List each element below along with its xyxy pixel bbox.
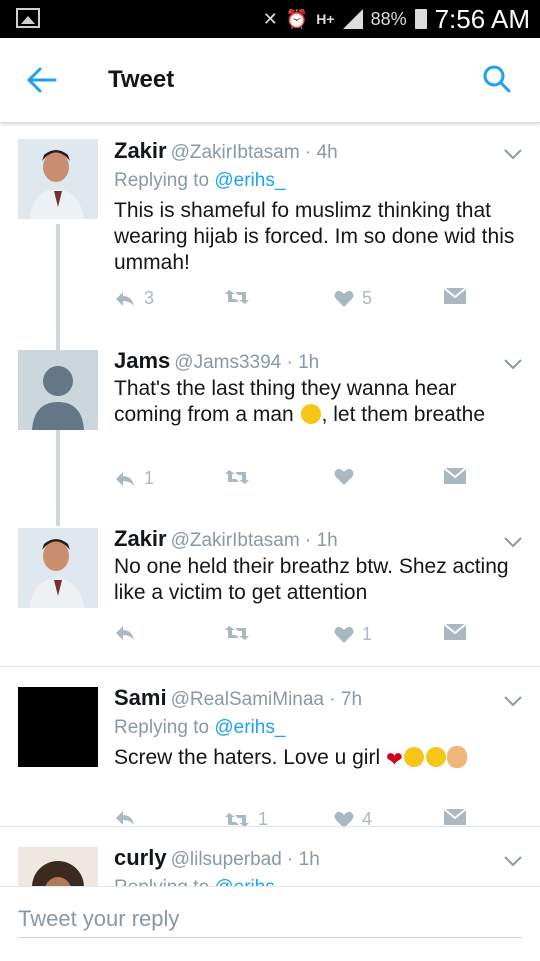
alarm-icon: ⏰ bbox=[285, 8, 309, 29]
chevron-down-icon[interactable] bbox=[504, 855, 522, 867]
retweet-button[interactable] bbox=[224, 288, 258, 306]
reply-feed: Zakir @ZakirIbtasam · 4h Replying to @eri… bbox=[0, 124, 540, 886]
tweet-text: No one held their breathz btw. Shez acti… bbox=[114, 555, 509, 604]
red-heart-emoji-icon: ❤ bbox=[385, 749, 403, 771]
back-arrow-icon[interactable] bbox=[26, 66, 58, 94]
reply-to-link[interactable]: @erihs_ bbox=[214, 717, 285, 738]
tweet[interactable]: Zakir @ZakirIbtasam · 1h No one held thei… bbox=[0, 516, 540, 666]
smiley-emoji-icon bbox=[403, 747, 424, 767]
direct-message-button[interactable] bbox=[444, 809, 466, 825]
like-button[interactable]: 5 bbox=[334, 288, 372, 309]
tweet-actions: 3 5 bbox=[114, 288, 494, 318]
replying-to: Replying to @erihs_ bbox=[114, 170, 286, 191]
tweet-text: This is shameful fo muslimz thinking tha… bbox=[114, 199, 515, 274]
tweet-handle-time: @ZakirIbtasam · 4h bbox=[170, 142, 338, 163]
clock: 7:56 AM bbox=[434, 3, 530, 34]
chevron-down-icon[interactable] bbox=[504, 148, 522, 160]
gallery-notification-icon bbox=[16, 8, 40, 28]
direct-message-button[interactable] bbox=[444, 288, 466, 304]
like-button[interactable] bbox=[334, 468, 354, 486]
envelope-icon bbox=[444, 288, 466, 304]
replying-to: Replying to @erihs_ bbox=[114, 877, 285, 886]
reply-input[interactable] bbox=[18, 901, 522, 938]
tweet-text: That's the last thing they wanna hear co… bbox=[114, 377, 486, 426]
battery-icon bbox=[414, 9, 427, 29]
reply-composer bbox=[0, 886, 540, 961]
reply-button[interactable] bbox=[114, 809, 136, 827]
reply-button[interactable]: 3 bbox=[114, 288, 154, 309]
tweet-author[interactable]: Sami @RealSamiMinaa · 7h bbox=[114, 685, 362, 711]
search-icon[interactable] bbox=[482, 64, 512, 94]
reply-icon bbox=[116, 471, 134, 486]
replying-to: Replying to @erihs_ bbox=[114, 717, 286, 738]
reply-icon bbox=[116, 291, 134, 306]
tweet-actions: 1 bbox=[114, 468, 494, 498]
tweet-actions: 1 bbox=[114, 624, 494, 654]
laughing-emoji-icon bbox=[300, 404, 321, 424]
tweet[interactable]: curly@lilsuperbad · 1h Replying to @erih… bbox=[0, 827, 540, 886]
envelope-icon bbox=[444, 624, 466, 640]
tweet[interactable]: Jams @Jams3394 · 1h That's the last thing… bbox=[0, 336, 540, 516]
reply-icon bbox=[116, 811, 134, 825]
avatar[interactable] bbox=[18, 687, 98, 767]
retweet-icon bbox=[225, 290, 249, 304]
retweet-icon bbox=[225, 626, 249, 640]
reply-button[interactable]: 1 bbox=[114, 468, 154, 489]
tweet-handle-time: @lilsuperbad · 1h bbox=[170, 849, 320, 870]
like-count: 5 bbox=[362, 288, 373, 308]
avatar[interactable] bbox=[18, 139, 98, 219]
chevron-down-icon[interactable] bbox=[504, 695, 522, 707]
envelope-icon bbox=[444, 468, 466, 484]
tweet-author[interactable]: Zakir @ZakirIbtasam · 1h bbox=[114, 526, 338, 552]
avatar[interactable] bbox=[18, 847, 98, 886]
battery-percent: 88% bbox=[370, 8, 407, 29]
tweet-handle-time: @ZakirIbtasam · 1h bbox=[170, 530, 338, 551]
tweet-handle-time: @Jams3394 · 1h bbox=[174, 352, 320, 373]
tweet-text: Screw the haters. Love u girl ❤ bbox=[114, 745, 524, 773]
retweet-icon bbox=[225, 470, 249, 484]
tweet-author[interactable]: Zakir @ZakirIbtasam · 4h bbox=[114, 138, 338, 164]
like-count: 1 bbox=[362, 624, 373, 644]
mute-icon: ✕ bbox=[262, 8, 278, 29]
smiley-emoji-icon bbox=[425, 747, 446, 767]
chevron-down-icon[interactable] bbox=[504, 358, 522, 370]
tweet[interactable]: Sami @RealSamiMinaa · 7h Replying to @eri… bbox=[0, 667, 540, 829]
retweet-button[interactable] bbox=[224, 468, 250, 486]
tweet-handle-time: @RealSamiMinaa · 7h bbox=[170, 689, 363, 710]
app-bar: Tweet bbox=[0, 38, 540, 123]
network-type: H+ bbox=[316, 11, 335, 27]
heart-icon bbox=[334, 468, 354, 485]
tweet-author[interactable]: curly @lilsuperbad · 1h bbox=[114, 845, 320, 871]
tweet-author[interactable]: Jams @Jams3394 · 1h bbox=[114, 348, 319, 374]
retweet-button[interactable] bbox=[224, 624, 250, 642]
avatar[interactable] bbox=[18, 528, 98, 608]
status-bar: ✕ ⏰ H+ 88% 7:56 AM bbox=[0, 0, 540, 38]
tweet[interactable]: Zakir @ZakirIbtasam · 4h Replying to @eri… bbox=[0, 124, 540, 334]
signal-icon bbox=[342, 9, 363, 29]
reply-to-link[interactable]: @erihs_ bbox=[214, 877, 285, 886]
heart-icon bbox=[334, 626, 354, 643]
page-title: Tweet bbox=[108, 66, 175, 93]
reply-to-link[interactable]: @erihs_ bbox=[214, 170, 285, 191]
direct-message-button[interactable] bbox=[444, 624, 466, 640]
like-button[interactable]: 1 bbox=[334, 624, 372, 645]
reply-count: 3 bbox=[144, 288, 155, 308]
reply-icon bbox=[116, 626, 134, 640]
heart-icon bbox=[334, 290, 354, 307]
ok-hand-emoji-icon bbox=[446, 746, 467, 768]
direct-message-button[interactable] bbox=[444, 468, 466, 484]
reply-count: 1 bbox=[144, 468, 155, 488]
reply-button[interactable] bbox=[114, 624, 136, 642]
avatar[interactable] bbox=[18, 350, 98, 430]
chevron-down-icon[interactable] bbox=[504, 536, 522, 548]
envelope-icon bbox=[444, 809, 466, 825]
